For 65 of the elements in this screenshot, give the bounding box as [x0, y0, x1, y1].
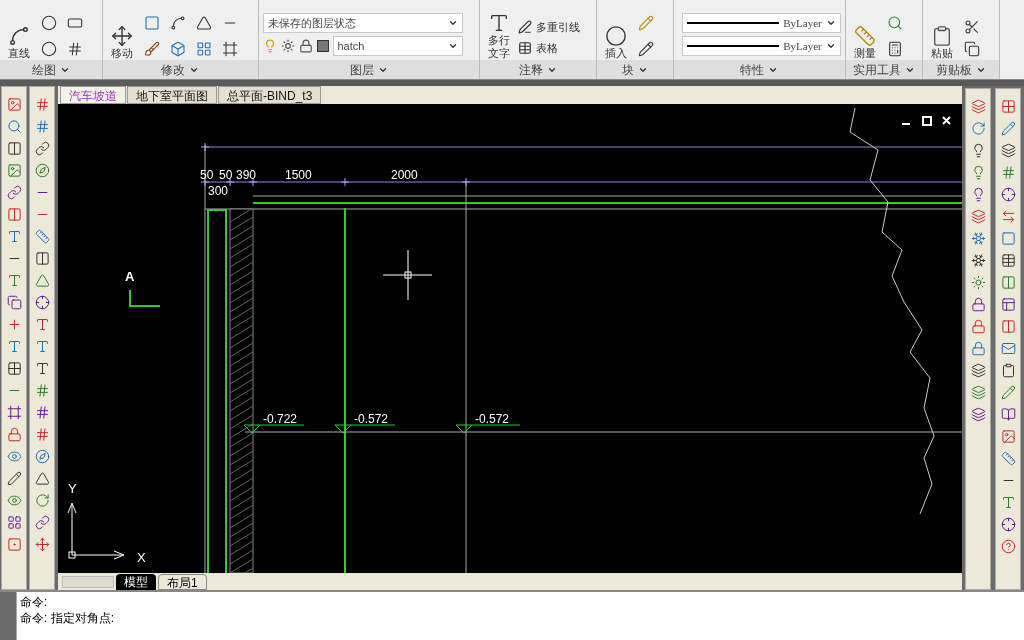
command-line: 命令: [20, 594, 49, 610]
ucs-axes-icon [67, 502, 125, 560]
panel-title[interactable]: 绘图 [0, 60, 103, 79]
ribbon-large-button[interactable]: 测量 [849, 4, 880, 60]
elevation-text: -0.572 [354, 412, 389, 426]
elevation-marker [334, 424, 396, 434]
panel-title[interactable]: 图层 [258, 60, 479, 79]
dimension-text: 1500 [285, 168, 312, 182]
caret-icon [825, 18, 836, 28]
elevation-text: -0.722 [263, 412, 298, 426]
ucs-label: A [125, 269, 135, 284]
elevation-marker [243, 424, 305, 434]
layout-tab[interactable]: 模型 [116, 573, 156, 590]
dimension-text: 50 [219, 168, 233, 182]
dimension-tick [340, 177, 350, 187]
ruler-icon [853, 25, 876, 47]
move-icon [111, 25, 134, 47]
elevation-marker [455, 424, 521, 434]
dropdown-field[interactable]: ByLayer [682, 13, 841, 33]
dimension-text: 300 [208, 184, 229, 198]
lock-icon [298, 39, 313, 53]
file-tab[interactable]: 总平面-BIND_t3 [218, 86, 322, 104]
caret-icon [447, 41, 458, 51]
crosshair-cursor [382, 249, 433, 301]
axis-label: Y [68, 481, 77, 496]
window-controls-icon [901, 116, 951, 126]
command-line: 命令: 指定对角点: [20, 610, 115, 626]
panel-title[interactable]: 注释 [479, 60, 596, 79]
dimension-text: 50 [200, 168, 214, 182]
panel-title[interactable]: 修改 [103, 60, 258, 79]
ribbon-button[interactable]: 表格 [517, 39, 580, 56]
dimension-text: 2000 [391, 168, 418, 182]
sun-icon [280, 39, 295, 53]
dropdown-field[interactable]: ByLayer [682, 36, 841, 56]
file-tab[interactable]: 地下室平面图 [127, 86, 217, 104]
line-sample-icon [687, 45, 780, 47]
drawing-canvas[interactable]: 50 50 390 1500 2000 300 -0.722 -0.572 -0.572 A Y X [58, 104, 962, 573]
ucs-marker [129, 289, 161, 307]
dimension-tick [248, 177, 258, 187]
file-tab[interactable]: 汽车坡道 [60, 86, 126, 104]
ribbon-large-button[interactable]: 插入 [601, 4, 631, 60]
panel-title[interactable]: 剪贴板 [922, 60, 999, 79]
elevation-text: -0.572 [475, 412, 510, 426]
panel-title[interactable]: 块 [597, 60, 674, 79]
leader-line-icon [517, 20, 532, 35]
caret-icon [825, 41, 836, 51]
caret-icon [447, 18, 458, 28]
ribbon-large-button[interactable]: 多行 文字 [483, 4, 514, 60]
panel-title[interactable]: 实用工具 [845, 60, 922, 79]
spline-icon [8, 25, 30, 47]
panel-title[interactable]: 特性 [674, 60, 845, 79]
dropdown-field[interactable]: 未保存的图层状态 [262, 13, 463, 33]
ribbon-button[interactable]: 多重引线 [517, 19, 580, 36]
circle-icon [605, 25, 627, 47]
dropdown-field[interactable]: hatch [332, 36, 463, 56]
dimension-text: 390 [236, 168, 257, 182]
ribbon-large-button[interactable]: 直线 [4, 4, 34, 60]
dimension-tick [225, 177, 235, 187]
layout-tab[interactable]: 布局1 [158, 573, 207, 590]
ribbon-large-button[interactable]: 移动 [107, 4, 138, 60]
axis-label: X [137, 550, 146, 565]
table-icon [517, 40, 532, 55]
color-swatch [316, 40, 329, 52]
ribbon-large-button[interactable]: 粘贴 [926, 4, 957, 60]
line-sample-icon [687, 22, 780, 24]
